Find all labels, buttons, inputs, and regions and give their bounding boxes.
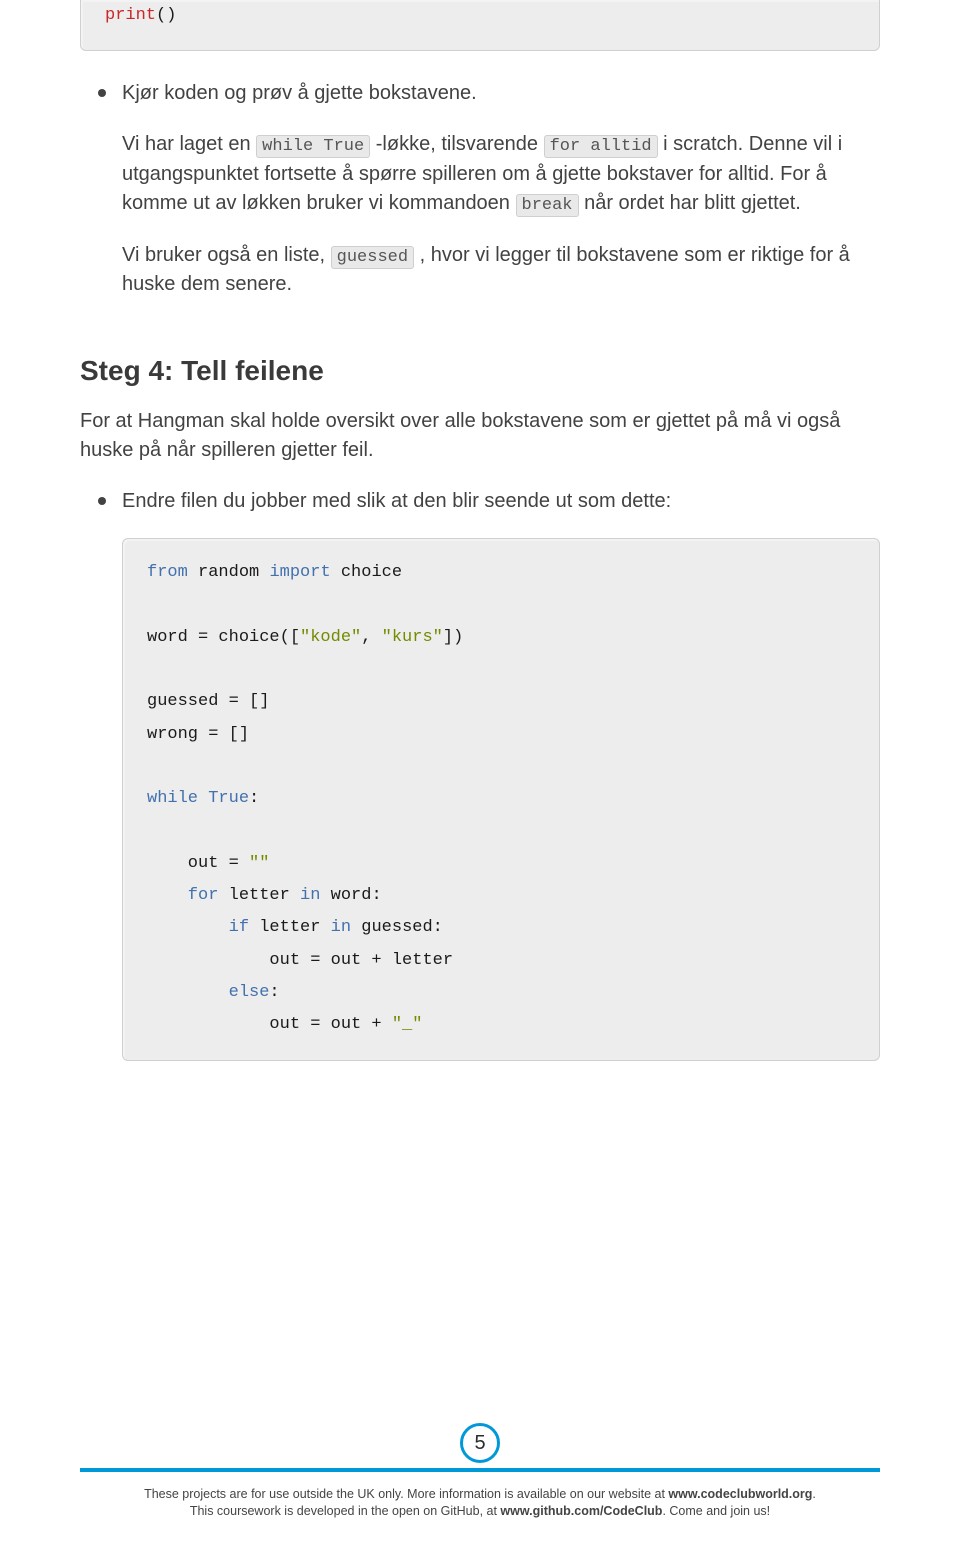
code-token: , <box>361 628 381 647</box>
text-run: når ordet har blitt gjettet. <box>579 192 801 214</box>
list-item-text: Endre filen du jobber med slik at den bl… <box>122 490 671 512</box>
code-token: "kode" <box>300 628 361 647</box>
code-token: else <box>147 983 269 1002</box>
list-item: Endre filen du jobber med slik at den bl… <box>98 487 880 516</box>
code-token: out = <box>147 854 249 873</box>
text-run: Vi bruker også en liste, <box>122 244 331 266</box>
footer-line2c: . Come and join us! <box>662 1504 770 1518</box>
code-token: out = out + <box>147 1015 392 1034</box>
footer-line1c: . <box>812 1487 815 1501</box>
code-token: in <box>331 918 351 937</box>
page-number-badge: 5 <box>460 1423 500 1463</box>
code-block-bottom: from random import choice word = choice(… <box>122 538 880 1060</box>
code-token: word = choice([ <box>147 628 300 647</box>
paragraph: Vi bruker også en liste, guessed , hvor … <box>122 241 880 300</box>
code-token: guessed = [] <box>147 692 269 711</box>
code-token: if <box>147 918 249 937</box>
code-token: for <box>147 886 218 905</box>
code-token: : <box>249 789 259 808</box>
code-token: word: <box>320 886 381 905</box>
code-token: guessed: <box>351 918 443 937</box>
inline-code: guessed <box>331 246 414 269</box>
footer-url1: www.codeclubworld.org <box>668 1487 812 1501</box>
section-intro: For at Hangman skal holde oversikt over … <box>80 407 880 465</box>
code-token: letter <box>218 886 300 905</box>
code-token: random <box>188 563 270 582</box>
footer-text: These projects are for use outside the U… <box>0 1486 960 1520</box>
inline-code: while True <box>256 135 370 158</box>
footer-url2: www.github.com/CodeClub <box>500 1504 662 1518</box>
inline-code: break <box>516 194 579 217</box>
footer-line2a: This coursework is developed in the open… <box>190 1504 501 1518</box>
code-token: out = out + letter <box>147 951 453 970</box>
code-token: "_" <box>392 1015 423 1034</box>
text-run: -løkke, tilsvarende <box>370 133 543 155</box>
code-token: ]) <box>443 628 463 647</box>
code-token: () <box>156 6 176 25</box>
bullet-list-mid: Endre filen du jobber med slik at den bl… <box>98 487 880 516</box>
code-token: wrong = [] <box>147 725 249 744</box>
code-block-top: print() <box>80 0 880 51</box>
footer-rule <box>80 1468 880 1472</box>
code-token: from <box>147 563 188 582</box>
code-token: "" <box>249 854 269 873</box>
code-token: print <box>105 6 156 25</box>
text-run: Vi har laget en <box>122 133 256 155</box>
page-footer: 5 These projects are for use outside the… <box>0 1486 960 1520</box>
footer-line1a: These projects are for use outside the U… <box>144 1487 668 1501</box>
bullet-list-top: Kjør koden og prøv å gjette bokstavene. <box>98 79 880 108</box>
section-heading: Steg 4: Tell feilene <box>80 355 880 387</box>
code-token: import <box>269 563 330 582</box>
code-token: while <box>147 789 198 808</box>
code-token: choice <box>331 563 402 582</box>
code-token: : <box>269 983 279 1002</box>
list-item: Kjør koden og prøv å gjette bokstavene. <box>98 79 880 108</box>
code-token: letter <box>249 918 331 937</box>
code-token: in <box>300 886 320 905</box>
code-token: True <box>198 789 249 808</box>
code-token: "kurs" <box>382 628 443 647</box>
paragraph: Vi har laget en while True -løkke, tilsv… <box>122 130 880 218</box>
inline-code: for alltid <box>544 135 658 158</box>
list-item-text: Kjør koden og prøv å gjette bokstavene. <box>122 82 477 104</box>
